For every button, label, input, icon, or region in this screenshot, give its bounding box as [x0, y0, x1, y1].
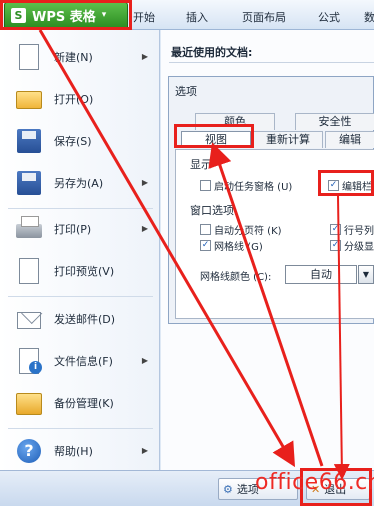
menu-divider	[8, 428, 153, 429]
menu-item-save[interactable]: 保存(S)	[0, 120, 160, 162]
menu-divider	[8, 296, 153, 297]
checkbox-box	[200, 224, 211, 235]
help-icon: ?	[14, 436, 44, 466]
menu-item-label: 打印预览(V)	[54, 265, 115, 278]
menu-item-label: 帮助(H)	[54, 445, 93, 458]
menu-item-label: 打印(P)	[54, 223, 92, 236]
menu-item-print[interactable]: 打印(P) ▶	[0, 208, 160, 250]
menu-item-help[interactable]: ? 帮助(H) ▶	[0, 430, 160, 472]
annotation-box-wps-button	[0, 0, 132, 30]
chevron-right-icon: ▶	[141, 446, 148, 455]
checkbox-label: 分级显	[344, 242, 374, 253]
checkbox-box: ✓	[200, 240, 211, 251]
menu-item-print-preview[interactable]: 打印预览(V)	[0, 250, 160, 292]
annotation-box-edit-bar	[318, 170, 374, 196]
tab-page-layout[interactable]: 页面布局	[242, 9, 286, 25]
menu-item-label: 打开(O)	[54, 93, 94, 106]
menu-item-label: 保存(S)	[54, 135, 92, 148]
new-doc-icon	[14, 42, 44, 72]
gridline-color-label: 网格线颜色 (C):	[200, 272, 272, 283]
checkbox-box: ✓	[330, 240, 341, 251]
section-window-options-label: 窗口选项	[190, 204, 234, 217]
tab-recalculate[interactable]: 重新计算	[253, 131, 323, 148]
chevron-right-icon: ▶	[141, 356, 148, 365]
file-menu: 新建(N) ▶ 打开(O) 保存(S) 另存为(A) ▶ 打印(P) ▶ 打印预…	[0, 30, 160, 470]
menu-item-label: 发送邮件(D)	[54, 313, 116, 326]
print-icon	[14, 214, 44, 244]
options-icon: ⚙	[223, 482, 233, 496]
recent-documents-title: 最近使用的文档:	[171, 46, 253, 59]
mail-icon	[14, 304, 44, 334]
menu-item-file-info[interactable]: i 文件信息(F) ▶	[0, 340, 160, 382]
annotation-box-view-tab	[174, 124, 254, 148]
save-as-icon	[14, 168, 44, 198]
tab-insert[interactable]: 插入	[186, 9, 208, 25]
backup-icon	[14, 388, 44, 418]
tab-formulas[interactable]: 公式	[318, 9, 340, 25]
menu-item-backup[interactable]: 备份管理(K)	[0, 382, 160, 424]
checkbox-auto-page-break[interactable]: 自动分页符 (K)	[200, 222, 282, 237]
checkbox-start-task-pane[interactable]: 启动任务窗格 (U)	[200, 178, 292, 193]
menu-item-label: 备份管理(K)	[54, 397, 114, 410]
gridline-color-select[interactable]: 自动	[285, 265, 357, 284]
file-info-icon: i	[14, 346, 44, 376]
checkbox-box	[200, 180, 211, 191]
menu-item-send-mail[interactable]: 发送邮件(D)	[0, 298, 160, 340]
chevron-down-icon[interactable]: ▼	[358, 265, 374, 284]
checkbox-row-col-headers[interactable]: ✓ 行号列	[330, 222, 374, 237]
open-folder-icon	[14, 84, 44, 114]
checkbox-label: 网格线 (G)	[214, 242, 263, 253]
tab-security[interactable]: 安全性	[295, 113, 374, 130]
options-dialog: 选项 颜色 安全性 视图 重新计算 编辑	[168, 76, 374, 324]
menu-item-label: 另存为(A)	[54, 177, 104, 190]
menu-item-label: 文件信息(F)	[54, 355, 113, 368]
tab-home[interactable]: 开始	[133, 9, 155, 25]
chevron-right-icon: ▶	[141, 178, 148, 187]
menu-item-open[interactable]: 打开(O)	[0, 78, 160, 120]
checkbox-label: 自动分页符 (K)	[214, 226, 282, 237]
checkbox-box: ✓	[330, 224, 341, 235]
checkbox-gridlines[interactable]: ✓ 网格线 (G)	[200, 238, 263, 253]
watermark: office66.cn	[255, 470, 374, 495]
checkbox-label: 行号列	[344, 226, 374, 237]
tab-data[interactable]: 数	[364, 9, 374, 25]
menu-item-save-as[interactable]: 另存为(A) ▶	[0, 162, 160, 204]
dialog-title: 选项	[175, 85, 197, 98]
section-display-label: 显示	[190, 158, 212, 171]
menu-item-new[interactable]: 新建(N) ▶	[0, 36, 160, 78]
chevron-right-icon: ▶	[141, 52, 148, 61]
checkbox-outline-symbols[interactable]: ✓ 分级显	[330, 238, 374, 253]
recent-divider	[169, 62, 374, 63]
tab-edit[interactable]: 编辑	[325, 131, 374, 148]
menu-item-label: 新建(N)	[54, 51, 93, 64]
checkbox-label: 启动任务窗格 (U)	[214, 182, 293, 193]
print-preview-icon	[14, 256, 44, 286]
chevron-right-icon: ▶	[141, 224, 148, 233]
save-icon	[14, 126, 44, 156]
